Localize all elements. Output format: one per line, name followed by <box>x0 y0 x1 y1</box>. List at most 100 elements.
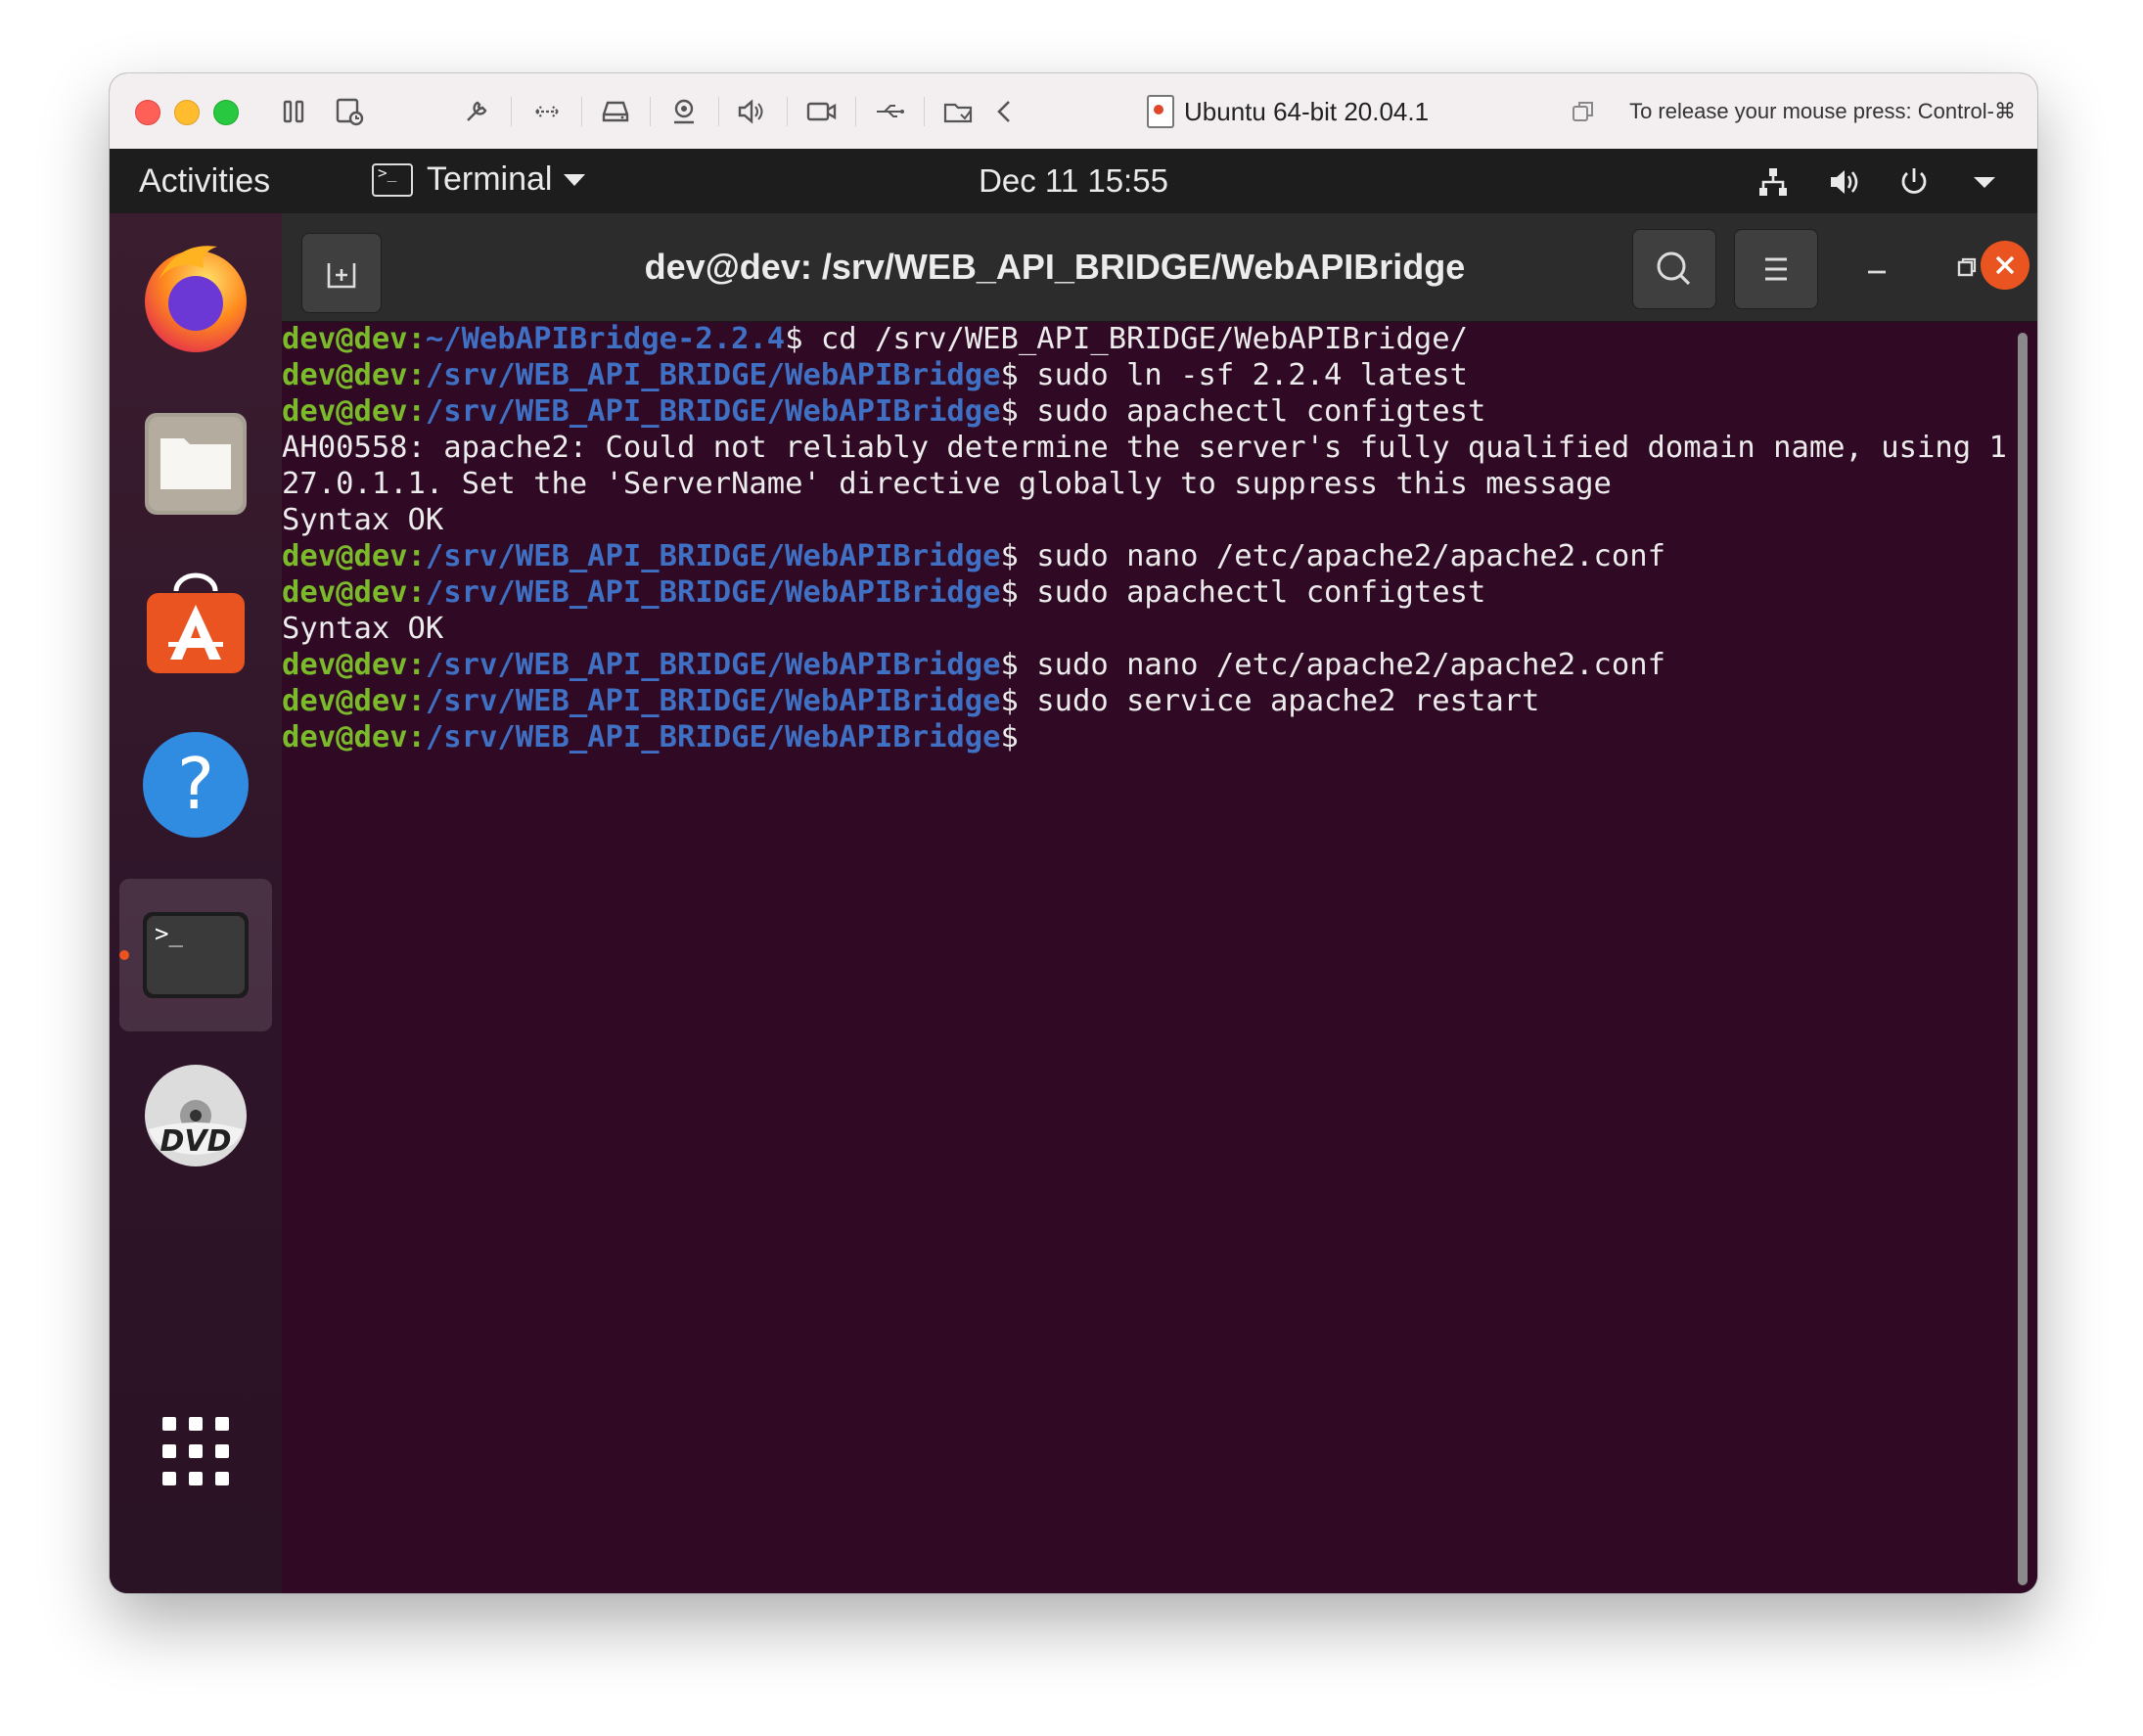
files-icon[interactable] <box>139 405 252 519</box>
terminal-window: dev@dev: /srv/WEB_API_BRIDGE/WebAPIBridg… <box>282 213 2037 1593</box>
network-arrows-icon[interactable] <box>528 93 566 130</box>
minimize-button[interactable] <box>1857 249 1896 288</box>
hard-disk-icon[interactable] <box>597 93 634 130</box>
terminal-output-line: Syntax OK <box>282 611 2014 647</box>
command-text: $ sudo apachectl configtest <box>1000 394 1486 429</box>
network-icon[interactable] <box>1755 164 1791 200</box>
terminal-output[interactable]: dev@dev:~/WebAPIBridge-2.2.4$ cd /srv/WE… <box>282 321 2014 1593</box>
prompt-separator: : <box>407 684 426 718</box>
command-text: $ sudo ln -sf 2.2.4 latest <box>1000 358 1468 392</box>
sidebar-toggle-icon[interactable] <box>276 93 313 130</box>
clock[interactable]: Dec 11 15:55 <box>110 162 2037 200</box>
new-tab-button[interactable] <box>301 233 382 313</box>
prompt-separator: : <box>407 539 426 573</box>
release-mouse-hint: To release your mouse press: Control-⌘ <box>1571 93 2016 130</box>
output-text: Syntax OK <box>282 612 444 646</box>
command-text: $ sudo nano /etc/apache2/apache2.conf <box>1000 539 1665 573</box>
running-indicator <box>119 950 129 960</box>
prompt-separator: : <box>407 322 426 356</box>
vm-toolbar: Ubuntu 64-bit 20.04.1 To release your mo… <box>110 73 2037 150</box>
svg-text:DVD: DVD <box>160 1124 231 1159</box>
hamburger-menu-button[interactable] <box>1734 229 1818 309</box>
toolbar-divider <box>511 97 512 126</box>
prompt-separator: : <box>407 648 426 682</box>
search-button[interactable] <box>1632 229 1716 309</box>
help-icon[interactable]: ? <box>139 728 252 842</box>
terminal-prompt-line: dev@dev:/srv/WEB_API_BRIDGE/WebAPIBridge… <box>282 393 2014 430</box>
vm-title: Ubuntu 64-bit 20.04.1 <box>1147 93 1429 130</box>
prompt-user: dev@dev <box>282 394 408 429</box>
prompt-user: dev@dev <box>282 575 408 610</box>
prompt-path: /srv/WEB_API_BRIDGE/WebAPIBridge <box>425 575 1001 610</box>
prompt-separator: : <box>407 575 426 610</box>
toolbar-divider <box>924 97 925 126</box>
terminal-icon[interactable]: >_ <box>139 898 252 1012</box>
terminal-header-bar: dev@dev: /srv/WEB_API_BRIDGE/WebAPIBridg… <box>282 213 2037 322</box>
terminal-prompt-line: dev@dev:/srv/WEB_API_BRIDGE/WebAPIBridge… <box>282 538 2014 574</box>
command-text: $ sudo nano /etc/apache2/apache2.conf <box>1000 648 1665 682</box>
toolbar-divider <box>650 97 651 126</box>
sound-icon[interactable] <box>732 93 769 130</box>
terminal-title: dev@dev: /srv/WEB_API_BRIDGE/WebAPIBridg… <box>644 247 1466 287</box>
firefox-icon[interactable] <box>139 241 252 354</box>
window-close-button[interactable] <box>135 100 160 125</box>
prompt-user: dev@dev <box>282 539 408 573</box>
shared-folder-icon[interactable] <box>939 93 977 130</box>
prompt-separator: : <box>407 358 426 392</box>
command-text: $ sudo service apache2 restart <box>1000 684 1540 718</box>
terminal-prompt-line: dev@dev:~/WebAPIBridge-2.2.4$ cd /srv/WE… <box>282 321 2014 357</box>
toolbar-divider <box>855 97 856 126</box>
svg-text:>_: >_ <box>155 920 183 947</box>
back-chevron-icon[interactable] <box>986 93 1024 130</box>
terminal-prompt-line: dev@dev:/srv/WEB_API_BRIDGE/WebAPIBridge… <box>282 357 2014 393</box>
prompt-path: /srv/WEB_API_BRIDGE/WebAPIBridge <box>425 720 1001 754</box>
prompt-separator: : <box>407 394 426 429</box>
command-text: $ sudo apachectl configtest <box>1000 575 1486 610</box>
webcam-icon[interactable] <box>665 93 703 130</box>
output-text: Syntax OK <box>282 503 444 537</box>
release-hint-text: To release your mouse press: Control-⌘ <box>1629 99 2016 123</box>
terminal-prompt-line: dev@dev:/srv/WEB_API_BRIDGE/WebAPIBridge… <box>282 647 2014 683</box>
toolbar-divider <box>787 97 788 126</box>
vm-title-text: Ubuntu 64-bit 20.04.1 <box>1184 96 1430 126</box>
dvd-icon[interactable]: DVD <box>139 1061 252 1174</box>
software-icon[interactable] <box>139 566 252 679</box>
terminal-prompt-line: dev@dev:/srv/WEB_API_BRIDGE/WebAPIBridge… <box>282 719 2014 755</box>
window-fullscreen-button[interactable] <box>213 100 239 125</box>
terminal-scrollbar[interactable] <box>2018 333 2028 1585</box>
svg-text:?: ? <box>177 743 214 825</box>
chevron-down-icon[interactable] <box>1967 164 2002 200</box>
power-icon[interactable] <box>1896 164 1932 200</box>
terminal-prompt-line: dev@dev:/srv/WEB_API_BRIDGE/WebAPIBridge… <box>282 683 2014 719</box>
prompt-path: /srv/WEB_API_BRIDGE/WebAPIBridge <box>425 684 1001 718</box>
prompt-user: dev@dev <box>282 358 408 392</box>
close-button[interactable] <box>1981 241 2029 290</box>
terminal-prompt-line: dev@dev:/srv/WEB_API_BRIDGE/WebAPIBridge… <box>282 574 2014 611</box>
vm-document-icon <box>1147 95 1174 128</box>
prompt-user: dev@dev <box>282 648 408 682</box>
show-apps-icon[interactable] <box>139 1395 252 1509</box>
usb-icon[interactable] <box>871 93 908 130</box>
prompt-path: /srv/WEB_API_BRIDGE/WebAPIBridge <box>425 539 1001 573</box>
window-minimize-button[interactable] <box>174 100 200 125</box>
ubuntu-dock: ? >_ DVD <box>110 213 282 1593</box>
prompt-path: /srv/WEB_API_BRIDGE/WebAPIBridge <box>425 394 1001 429</box>
ubuntu-top-bar: Activities Terminal Dec 11 15:55 <box>110 149 2037 213</box>
vm-window: Ubuntu 64-bit 20.04.1 To release your mo… <box>110 73 2037 1593</box>
prompt-user: dev@dev <box>282 684 408 718</box>
prompt-path: ~/WebAPIBridge-2.2.4 <box>425 322 786 356</box>
system-tray[interactable] <box>1755 164 2002 200</box>
prompt-user: dev@dev <box>282 322 408 356</box>
settings-wrench-icon[interactable] <box>458 93 495 130</box>
prompt-path: /srv/WEB_API_BRIDGE/WebAPIBridge <box>425 648 1001 682</box>
command-text: $ cd /srv/WEB_API_BRIDGE/WebAPIBridge/ <box>785 322 1468 356</box>
terminal-output-line: Syntax OK <box>282 502 2014 538</box>
copy-window-icon[interactable] <box>1571 99 1596 124</box>
prompt-separator: : <box>407 720 426 754</box>
terminal-output-line: AH00558: apache2: Could not reliably det… <box>282 430 2014 502</box>
toolbar-divider <box>718 97 719 126</box>
prompt-path: /srv/WEB_API_BRIDGE/WebAPIBridge <box>425 358 1001 392</box>
snapshot-icon[interactable] <box>331 93 368 130</box>
camera-icon[interactable] <box>802 93 840 130</box>
volume-icon[interactable] <box>1826 164 1861 200</box>
